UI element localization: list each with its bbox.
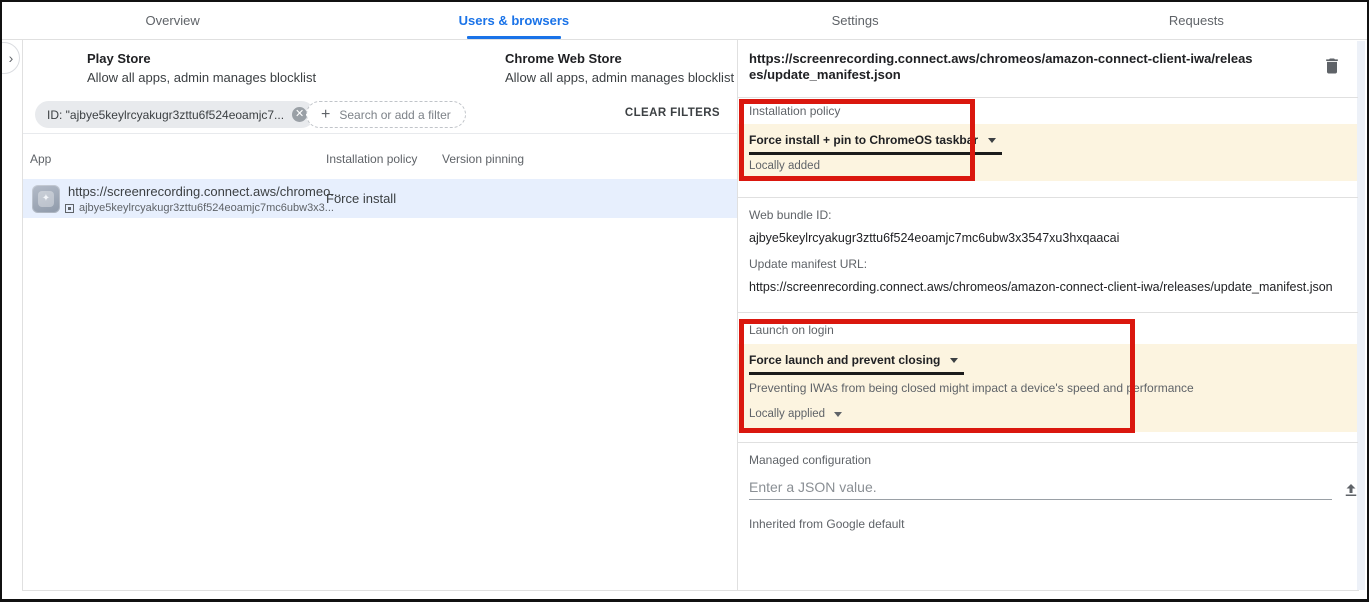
installation-policy-source-label: Locally added: [749, 160, 820, 172]
installation-policy-value: Force install + pin to ChromeOS taskbar: [749, 133, 978, 147]
managed-configuration-input[interactable]: [749, 474, 1332, 500]
installation-policy-source: Locally added: [749, 160, 820, 172]
app-icon-glyph: ✦: [38, 191, 54, 207]
plus-icon: +: [321, 106, 330, 124]
column-header-version-pinning[interactable]: Version pinning: [442, 152, 524, 166]
tab-requests[interactable]: Requests: [1026, 2, 1367, 39]
divider: [738, 442, 1358, 443]
update-manifest-url-label: Update manifest URL:: [749, 257, 867, 271]
launch-on-login-source[interactable]: Locally applied: [749, 408, 842, 420]
filter-chip-label: ID: "ajbye5keylrcyakugr3zttu6f524eoamjc7…: [47, 108, 284, 122]
tab-settings[interactable]: Settings: [685, 2, 1026, 39]
launch-on-login-dropdown[interactable]: Force launch and prevent closing: [749, 353, 964, 375]
add-filter-label: Search or add a filter: [339, 108, 450, 122]
installation-policy-dropdown[interactable]: Force install + pin to ChromeOS taskbar: [749, 133, 1002, 155]
delete-app-button[interactable]: [1322, 56, 1342, 76]
managed-configuration-inherited: Inherited from Google default: [749, 517, 904, 531]
expand-panel-button[interactable]: ›: [0, 42, 20, 74]
app-row-url: https://screenrecording.connect.aws/chro…: [68, 184, 341, 199]
column-header-installation-policy[interactable]: Installation policy: [326, 152, 417, 166]
chevron-down-icon: [950, 358, 958, 363]
app-id-icon: [65, 204, 74, 213]
filter-row-divider: [23, 133, 737, 134]
tab-users-browsers[interactable]: Users & browsers: [343, 2, 684, 39]
active-tab-indicator: [467, 36, 561, 39]
panel-divider: [737, 40, 738, 590]
trash-icon: [1322, 56, 1342, 76]
launch-on-login-value: Force launch and prevent closing: [749, 353, 940, 367]
tab-requests-label: Requests: [1169, 13, 1224, 28]
chrome-web-store-section: Chrome Web Store Allow all apps, admin m…: [505, 51, 734, 85]
tab-overview-label: Overview: [146, 13, 200, 28]
add-filter-chip[interactable]: + Search or add a filter: [306, 101, 466, 128]
play-store-subtitle: Allow all apps, admin manages blocklist: [87, 70, 316, 85]
scrollbar-track[interactable]: [1357, 41, 1365, 590]
upload-json-button[interactable]: [1342, 481, 1360, 499]
launch-on-login-source-label: Locally applied: [749, 408, 825, 420]
divider: [738, 312, 1358, 313]
clear-filters-button[interactable]: CLEAR FILTERS: [600, 107, 720, 119]
column-header-app[interactable]: App: [30, 152, 51, 166]
app-row-id: ajbye5keylrcyakugr3zttu6f524eoamjc7mc6ub…: [79, 202, 334, 214]
app-row-id-line: ajbye5keylrcyakugr3zttu6f524eoamjc7mc6ub…: [65, 202, 334, 214]
tab-users-browsers-label: Users & browsers: [459, 13, 570, 28]
card-bottom-border: [22, 590, 1359, 591]
chrome-web-store-subtitle: Allow all apps, admin manages blocklist: [505, 70, 734, 85]
detail-title-url: https://screenrecording.connect.aws/chro…: [749, 51, 1254, 83]
app-icon: ✦: [32, 185, 60, 213]
table-row[interactable]: ✦ https://screenrecording.connect.aws/ch…: [23, 179, 737, 218]
top-tab-bar: Overview Users & browsers Settings Reque…: [2, 2, 1367, 40]
divider: [738, 97, 1358, 98]
active-filter-chip[interactable]: ID: "ajbye5keylrcyakugr3zttu6f524eoamjc7…: [35, 101, 315, 128]
installation-policy-label: Installation policy: [749, 104, 840, 118]
tab-overview[interactable]: Overview: [2, 2, 343, 39]
upload-icon: [1342, 481, 1360, 499]
play-store-title: Play Store: [87, 51, 316, 66]
divider: [738, 197, 1358, 198]
web-bundle-id-label: Web bundle ID:: [749, 208, 832, 222]
launch-on-login-warning: Preventing IWAs from being closed might …: [749, 381, 1194, 395]
update-manifest-url-value: https://screenrecording.connect.aws/chro…: [749, 280, 1333, 294]
chevron-down-icon: [988, 138, 996, 143]
managed-configuration-label: Managed configuration: [749, 453, 871, 467]
chevron-right-icon: ›: [9, 50, 14, 66]
launch-on-login-label: Launch on login: [749, 323, 834, 337]
remove-filter-icon[interactable]: ✕: [292, 107, 307, 122]
play-store-section: Play Store Allow all apps, admin manages…: [87, 51, 316, 85]
chrome-apps-extensions-window: Overview Users & browsers Settings Reque…: [0, 0, 1369, 602]
tab-settings-label: Settings: [832, 13, 879, 28]
app-row-policy: Force install: [326, 191, 396, 206]
chrome-web-store-title: Chrome Web Store: [505, 51, 734, 66]
card-left-border: [22, 40, 23, 590]
chevron-down-icon: [834, 412, 842, 417]
web-bundle-id-value: ajbye5keylrcyakugr3zttu6f524eoamjc7mc6ub…: [749, 231, 1119, 245]
